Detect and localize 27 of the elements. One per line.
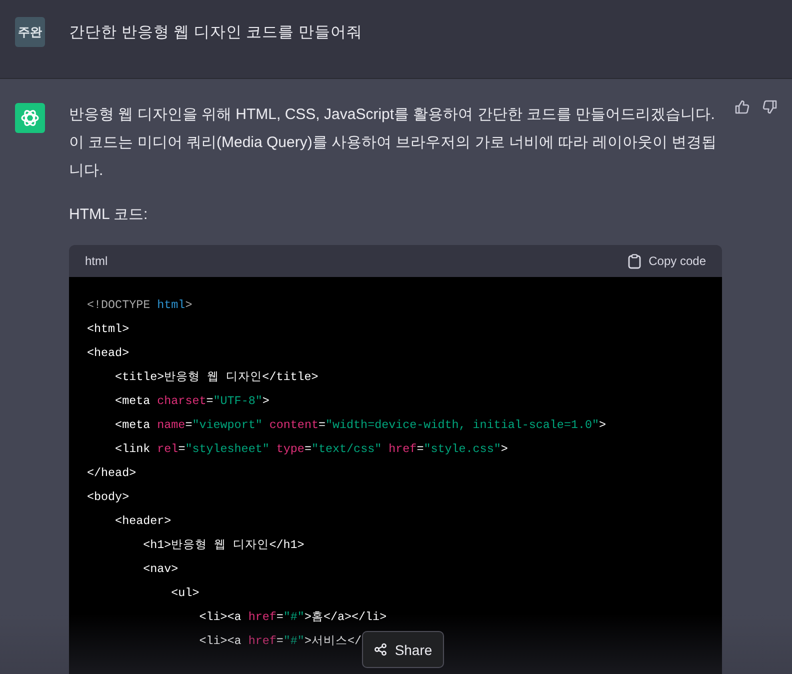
thumbs-down-icon[interactable] bbox=[762, 99, 778, 115]
code-line: <link rel="stylesheet" type="text/css" href="style.css"> bbox=[114, 441, 508, 458]
code-line: <title>반응형 웹 디자인</title> bbox=[114, 369, 318, 386]
code-line: <!DOCTYPE html> bbox=[87, 297, 192, 314]
response-paragraph: HTML 코드: bbox=[69, 205, 149, 225]
code-line: <html> bbox=[87, 321, 130, 338]
copy-code-button[interactable]: Copy code bbox=[628, 254, 706, 268]
code-line: <head> bbox=[87, 345, 130, 362]
user-message: 간단한 반응형 웹 디자인 코드를 만들어줘 bbox=[69, 22, 363, 42]
code-line: <meta charset="UTF-8"> bbox=[114, 393, 270, 410]
code-line: <nav> bbox=[142, 561, 178, 578]
code-line: </head> bbox=[87, 465, 136, 482]
share-icon bbox=[374, 643, 387, 656]
code-line: <ul> bbox=[170, 585, 200, 602]
user-avatar: 주완 bbox=[15, 17, 45, 47]
code-line: <li><a href="#">홈</a></li> bbox=[198, 609, 387, 626]
code-line: <body> bbox=[87, 489, 130, 506]
share-button[interactable]: Share bbox=[362, 631, 444, 668]
code-line: <h1>반응형 웹 디자인</h1> bbox=[142, 537, 304, 554]
thumbs-up-icon[interactable] bbox=[734, 99, 750, 115]
code-language: html bbox=[85, 254, 108, 268]
code-line: <header> bbox=[114, 513, 172, 530]
code-line: <li><a href="#">서비스</ bbox=[198, 633, 362, 650]
response-paragraph: 반응형 웹 디자인을 위해 HTML, CSS, JavaScript를 활용하여 간단한 코드를 만들어드리겠습니다. 이 코드는 미디어 쿼리(Media Query)를 사용하여 브라우저의 가로 너비에 따라 레이아웃이 변경됩니다. bbox=[69, 105, 718, 181]
assistant-logo-icon bbox=[15, 103, 45, 133]
clipboard-icon bbox=[628, 254, 641, 268]
code-line: <meta name="viewport" content="width=device-width, initial-scale=1.0"> bbox=[114, 417, 606, 434]
